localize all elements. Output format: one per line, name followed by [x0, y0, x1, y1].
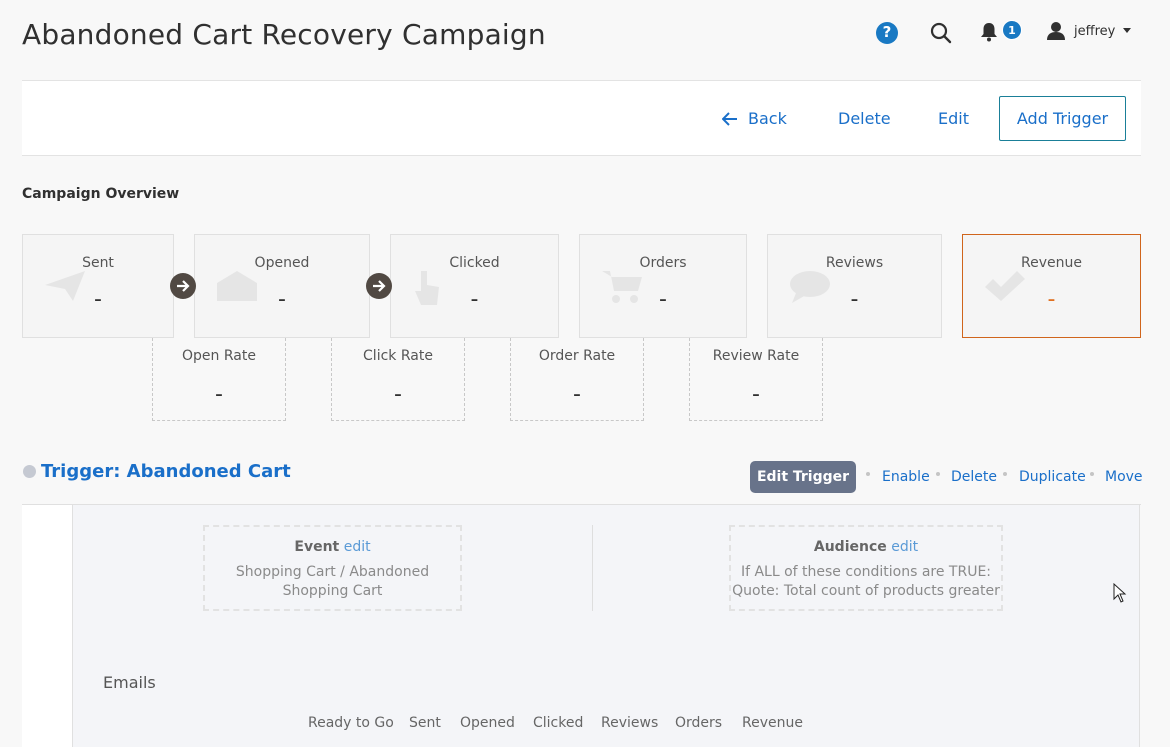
column-header-revenue: Revenue [742, 715, 803, 731]
rate-value: - [394, 382, 402, 407]
rate-value: - [752, 382, 760, 407]
rate-card-open: Open Rate - [152, 338, 286, 421]
back-button[interactable]: Back [722, 81, 787, 157]
stat-value: - [470, 287, 479, 312]
rate-card-order: Order Rate - [510, 338, 644, 421]
trigger-title[interactable]: Trigger: Abandoned Cart [41, 461, 291, 482]
audience-edit-link[interactable]: edit [891, 539, 918, 555]
stat-card-reviews: Reviews - [767, 234, 942, 338]
rate-value: - [573, 382, 581, 407]
stat-value: - [850, 287, 859, 312]
move-link[interactable]: Move [1105, 469, 1143, 485]
rate-label: Order Rate [538, 348, 616, 364]
emails-title: Emails [103, 673, 156, 692]
rate-value: - [215, 382, 223, 407]
event-heading: Event [294, 539, 340, 555]
rate-card-review: Review Rate - [689, 338, 823, 421]
stat-label: Sent [82, 255, 114, 271]
notification-badge[interactable]: 1 [1002, 20, 1022, 40]
audience-heading: Audience [813, 539, 887, 555]
event-edit-link[interactable]: edit [344, 539, 371, 555]
separator-dot [1003, 472, 1007, 476]
arrow-left-icon [722, 112, 737, 126]
campaign-overview-title: Campaign Overview [22, 186, 180, 202]
user-name: jeffrey [1074, 23, 1116, 39]
stat-label: Clicked [449, 255, 500, 271]
column-header-clicked: Clicked [533, 715, 584, 731]
mouse-cursor-icon [1113, 583, 1127, 603]
column-header-opened: Opened [460, 715, 515, 731]
stat-card-sent: Sent - [22, 234, 174, 338]
stat-label: Opened [254, 255, 310, 271]
column-header-orders: Orders [675, 715, 723, 731]
stat-card-opened: Opened - [194, 234, 370, 338]
user-icon [1047, 22, 1065, 40]
separator-dot [936, 472, 940, 476]
add-trigger-button[interactable]: Add Trigger [999, 96, 1126, 141]
vertical-divider [592, 525, 593, 611]
event-text-line1: Shopping Cart / Abandoned [235, 564, 430, 580]
page-title: Abandoned Cart Recovery Campaign [22, 18, 546, 51]
bell-icon[interactable] [980, 22, 1000, 44]
separator-dot [1090, 472, 1094, 476]
enable-link[interactable]: Enable [882, 469, 930, 485]
duplicate-link[interactable]: Duplicate [1019, 469, 1086, 485]
rate-label: Open Rate [182, 348, 256, 364]
column-header-reviews: Reviews [601, 715, 659, 731]
rate-label: Review Rate [712, 348, 800, 364]
stat-label: Reviews [825, 255, 884, 271]
stat-value: - [278, 287, 286, 312]
audience-box: Audience edit If ALL of these conditions… [729, 525, 1003, 611]
stat-card-revenue: Revenue - [962, 234, 1141, 338]
audience-text-line2: Quote: Total count of products greater [732, 583, 1000, 599]
search-icon[interactable] [930, 22, 952, 44]
stat-value: - [94, 287, 102, 312]
delete-button[interactable]: Delete [838, 81, 891, 157]
separator-dot [866, 472, 870, 476]
stat-card-orders: Orders - [579, 234, 747, 338]
chevron-down-icon [1123, 28, 1132, 33]
trigger-left-rail [22, 505, 72, 747]
trigger-status-dot [23, 465, 36, 478]
stat-label: Revenue [1021, 255, 1082, 271]
stat-label: Orders [639, 255, 687, 271]
edit-trigger-button[interactable]: Edit Trigger [750, 461, 856, 493]
stat-card-clicked: Clicked - [390, 234, 559, 338]
event-box: Event edit Shopping Cart / Abandoned Sho… [203, 525, 462, 611]
help-icon[interactable]: ? [876, 22, 898, 44]
user-menu[interactable]: jeffrey [1046, 20, 1132, 42]
stat-value: - [1047, 287, 1056, 312]
arrow-right-circle-icon [366, 273, 392, 299]
event-text-line2: Shopping Cart [282, 583, 383, 599]
edit-button[interactable]: Edit [938, 81, 969, 157]
rate-label: Click Rate [363, 348, 433, 364]
trigger-delete-link[interactable]: Delete [951, 469, 997, 485]
action-bar: Back Delete Edit Add Trigger [22, 80, 1141, 156]
arrow-right-circle-icon [170, 273, 196, 299]
column-header-ready: Ready to Go [308, 715, 394, 731]
rate-card-click: Click Rate - [331, 338, 465, 421]
stat-value: - [659, 287, 667, 312]
back-label: Back [748, 109, 787, 128]
column-header-sent: Sent [409, 715, 441, 731]
audience-text-line1: If ALL of these conditions are TRUE: [740, 564, 992, 580]
